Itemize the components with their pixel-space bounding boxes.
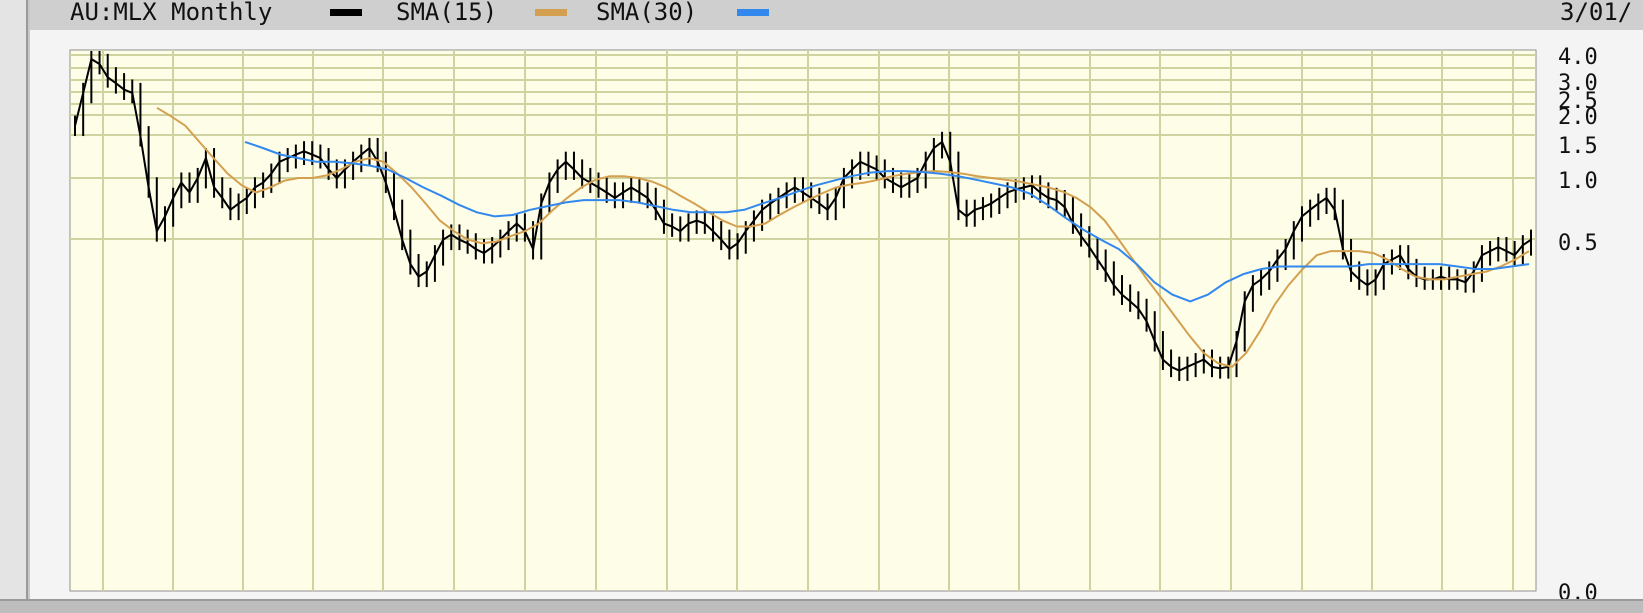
bottom-scrollbar[interactable]: [0, 599, 1643, 613]
price-chart: 4.03.02.52.01.51.00.50.0: [69, 45, 1598, 599]
y-tick-label: 0.5: [1558, 231, 1598, 256]
y-tick-label: 4.0: [1558, 45, 1598, 70]
plot-area: [69, 49, 1537, 592]
y-tick-label: 2.0: [1558, 105, 1598, 130]
y-tick-label: 1.0: [1558, 169, 1598, 194]
y-tick-label: 0.0: [1558, 581, 1598, 599]
y-tick-label: 1.5: [1558, 134, 1598, 159]
